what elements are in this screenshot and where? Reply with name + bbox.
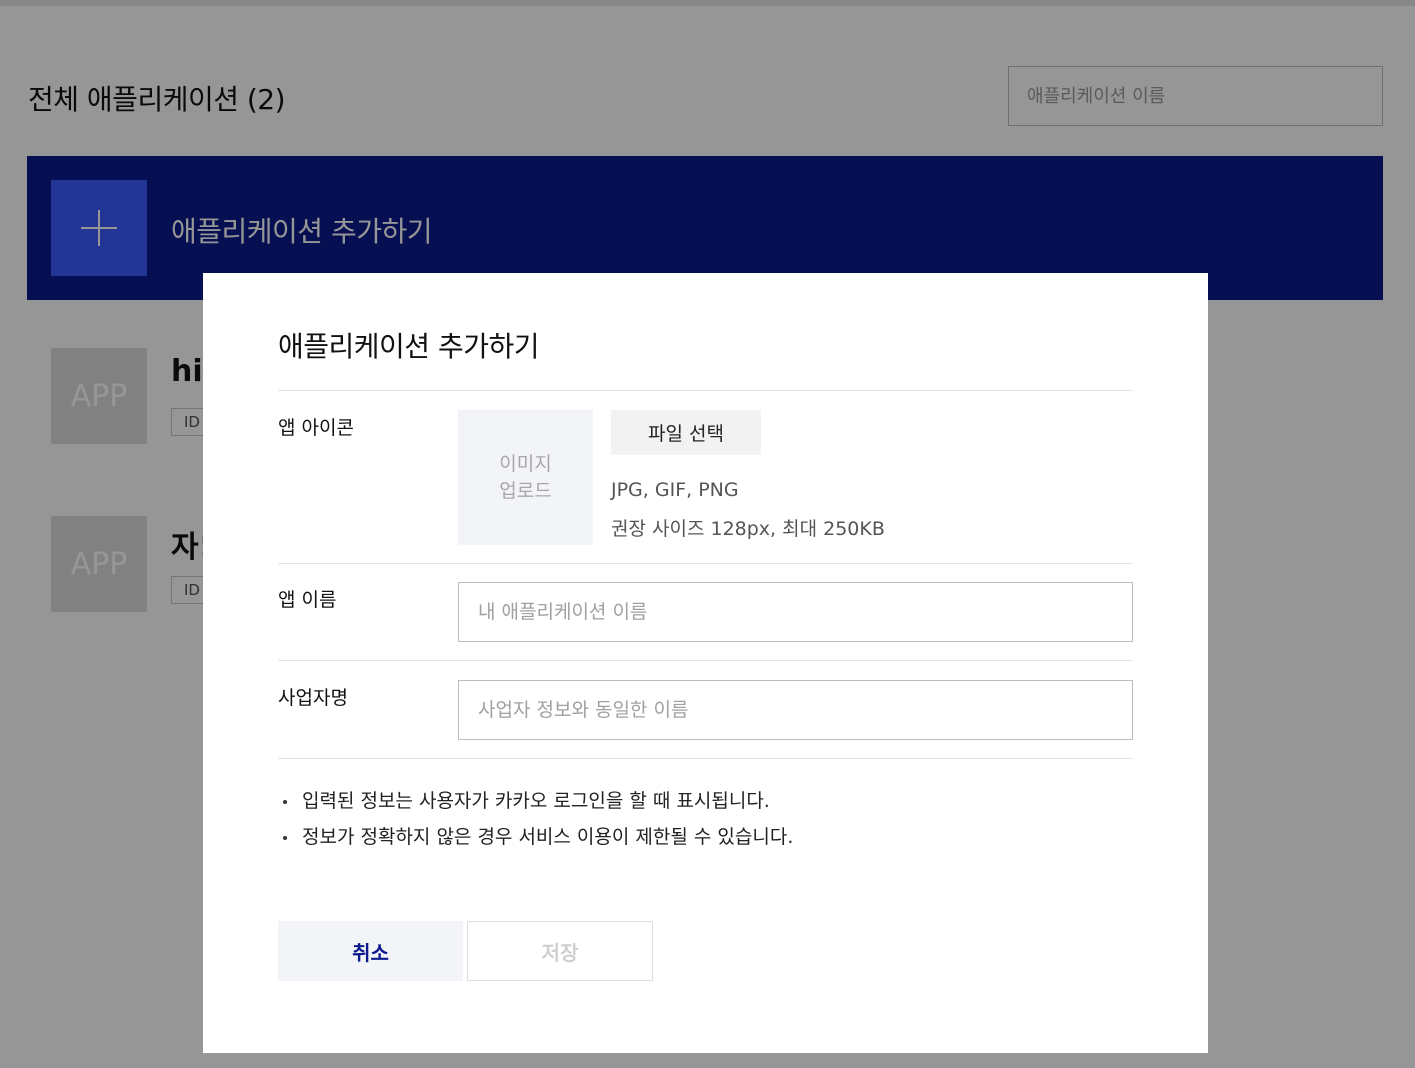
image-upload-area[interactable]: 이미지 업로드 <box>458 410 593 545</box>
add-application-dialog: 애플리케이션 추가하기 앱 아이콘 이미지 업로드 파일 선택 JPG, GIF… <box>203 273 1208 1053</box>
notice-list: 입력된 정보는 사용자가 카카오 로그인을 할 때 표시됩니다. 정보가 정확하… <box>281 783 793 855</box>
notice-item: 정보가 정확하지 않은 경우 서비스 이용이 제한될 수 있습니다. <box>281 819 793 855</box>
image-upload-text-line2: 업로드 <box>499 479 552 502</box>
divider <box>278 563 1133 564</box>
file-size-hint: 권장 사이즈 128px, 최대 250KB <box>611 518 885 540</box>
app-icon-label: 앱 아이콘 <box>278 417 354 439</box>
company-name-input[interactable] <box>458 680 1133 740</box>
divider <box>278 758 1133 759</box>
app-name-input[interactable] <box>458 582 1133 642</box>
company-name-label: 사업자명 <box>278 687 348 709</box>
cancel-button[interactable]: 취소 <box>278 921 463 981</box>
image-upload-text-line1: 이미지 <box>499 452 552 475</box>
dialog-title: 애플리케이션 추가하기 <box>278 330 540 363</box>
file-select-button[interactable]: 파일 선택 <box>611 410 761 455</box>
notice-item: 입력된 정보는 사용자가 카카오 로그인을 할 때 표시됩니다. <box>281 783 793 819</box>
save-button[interactable]: 저장 <box>467 921 653 981</box>
divider <box>278 390 1133 391</box>
app-name-label: 앱 이름 <box>278 589 337 611</box>
file-format-hint: JPG, GIF, PNG <box>611 479 739 501</box>
divider <box>278 660 1133 661</box>
